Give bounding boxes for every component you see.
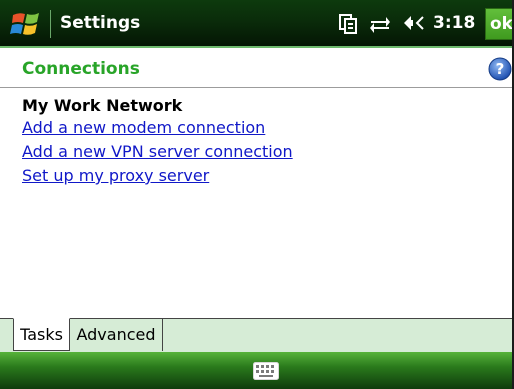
ok-button[interactable]: ok	[485, 8, 512, 40]
soft-key-bar	[0, 352, 512, 389]
data-connectivity-icon[interactable]	[369, 14, 391, 34]
start-windows-icon[interactable]	[10, 9, 42, 39]
add-vpn-connection-link[interactable]: Add a new VPN server connection	[22, 142, 293, 162]
clock: 3:18	[433, 13, 476, 33]
add-modem-connection-link[interactable]: Add a new modem connection	[22, 118, 265, 138]
page-header: Connections ?	[0, 50, 512, 88]
network-heading: My Work Network	[22, 96, 183, 115]
app-title: Settings	[60, 13, 141, 33]
help-icon[interactable]: ?	[488, 57, 512, 81]
volume-icon[interactable]	[401, 14, 427, 34]
keyboard-icon[interactable]	[253, 362, 279, 380]
clipboard-sync-icon[interactable]	[339, 14, 357, 34]
tab-tasks[interactable]: Tasks	[13, 318, 70, 351]
title-separator	[50, 10, 51, 38]
device-screen: Settings 3:18 ok Connections ? My Work N…	[0, 0, 514, 389]
content-area: My Work Network Add a new modem connecti…	[0, 88, 512, 320]
setup-proxy-link[interactable]: Set up my proxy server	[22, 166, 209, 186]
page-title: Connections	[22, 59, 140, 79]
svg-text:?: ?	[496, 60, 505, 78]
title-bar: Settings 3:18 ok	[0, 0, 512, 48]
tab-bar: Tasks Advanced	[0, 318, 512, 352]
tab-advanced[interactable]: Advanced	[70, 318, 163, 351]
